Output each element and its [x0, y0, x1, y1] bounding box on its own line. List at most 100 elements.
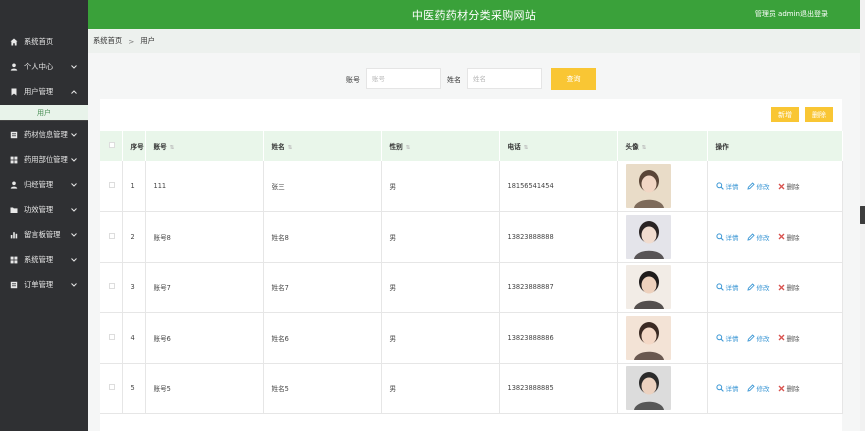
avatar[interactable]	[625, 164, 671, 208]
name-label: 姓名	[447, 76, 461, 84]
column-header-avatar[interactable]: 头像 ⇅	[617, 131, 708, 161]
divider	[0, 120, 88, 121]
account-search-input[interactable]	[366, 68, 441, 89]
bookmark-icon	[10, 88, 18, 96]
query-button[interactable]: 查询	[551, 68, 596, 90]
cell-gender: 男	[381, 312, 500, 364]
row-checkbox[interactable]	[109, 283, 115, 290]
edit-button[interactable]: 修改	[746, 333, 770, 343]
table-row: 3 账号7 姓名7 男 13823888887 详情 修改 删除	[100, 262, 843, 313]
edit-button[interactable]: 修改	[746, 282, 770, 292]
search-icon	[715, 233, 724, 241]
search-icon	[715, 334, 724, 342]
delete-button[interactable]: 删除	[778, 232, 800, 242]
chevron-up-icon	[71, 89, 79, 94]
sidebar-item-efficacy[interactable]: 功效管理	[0, 197, 88, 222]
row-select-cell	[100, 161, 123, 212]
batch-delete-button[interactable]: 删除	[805, 107, 833, 122]
breadcrumb-home[interactable]: 系统首页	[93, 36, 122, 46]
cell-actions: 详情 修改 删除	[707, 312, 843, 364]
chevron-down-icon	[71, 157, 79, 162]
edit-button[interactable]: 修改	[746, 383, 770, 393]
sort-icon[interactable]: ⇅	[170, 145, 175, 151]
cell-phone: 18156541454	[499, 161, 618, 212]
column-header-name[interactable]: 姓名 ⇅	[263, 131, 382, 161]
cell-index: 5	[122, 363, 146, 414]
delete-button[interactable]: 删除	[778, 383, 800, 393]
row-select-cell	[100, 363, 123, 414]
cell-gender: 男	[381, 262, 500, 313]
sidebar-subitem-users[interactable]: 用户	[0, 105, 88, 120]
sort-icon[interactable]: ⇅	[288, 145, 293, 151]
table-row: 1 111 张三男 18156541454 详情 修改 删除	[100, 161, 843, 212]
home-icon	[10, 38, 18, 46]
sidebar-item-system[interactable]: 系统管理	[0, 247, 88, 272]
column-header-gender[interactable]: 性别 ⇅	[381, 131, 500, 161]
column-header-phone[interactable]: 电话 ⇅	[499, 131, 618, 161]
view-details-button[interactable]: 详情	[715, 333, 739, 343]
cell-index: 3	[122, 262, 146, 313]
delete-button[interactable]: 删除	[778, 282, 800, 292]
cell-phone: 13823888886	[499, 312, 618, 364]
table-row: 5 账号5 姓名5 男 13823888885 详情 修改 删除	[100, 363, 843, 414]
sidebar-item-messages[interactable]: 留言板管理	[0, 222, 88, 247]
cell-avatar	[617, 363, 708, 414]
sidebar-item-meridian[interactable]: 归经管理	[0, 172, 88, 197]
avatar[interactable]	[625, 265, 671, 310]
cell-account: 账号7	[145, 262, 264, 313]
column-header-account[interactable]: 账号 ⇅	[145, 131, 264, 161]
cell-avatar	[617, 262, 708, 313]
column-header-actions: 操作	[707, 131, 843, 161]
close-icon	[778, 183, 784, 189]
delete-button[interactable]: 删除	[778, 181, 800, 191]
name-search-input[interactable]	[467, 68, 542, 89]
add-button[interactable]: 新增	[771, 107, 799, 122]
pencil-icon	[746, 233, 755, 241]
view-details-button[interactable]: 详情	[715, 232, 739, 242]
cell-index: 2	[122, 211, 146, 263]
row-checkbox[interactable]	[109, 232, 115, 239]
avatar[interactable]	[625, 366, 671, 411]
top-header: 中医药药材分类采购网站 管理员 admin 退出登录	[88, 0, 860, 29]
close-icon	[778, 334, 784, 341]
list-icon	[10, 131, 18, 139]
pencil-icon	[746, 334, 755, 342]
edit-button[interactable]: 修改	[746, 232, 770, 242]
sort-icon[interactable]: ⇅	[642, 145, 647, 151]
logout-link[interactable]: 退出登录	[800, 9, 828, 19]
sidebar-item-users[interactable]: 用户管理	[0, 79, 88, 104]
table-row: 2 账号8 姓名8 男 13823888888 详情 修改 删除	[100, 211, 843, 263]
cell-actions: 详情 修改 删除	[707, 211, 843, 263]
edit-button[interactable]: 修改	[746, 181, 770, 191]
sidebar-item-label: 留言板管理	[24, 229, 61, 239]
delete-button[interactable]: 删除	[778, 333, 800, 343]
sidebar-item-herb-info[interactable]: 药材信息管理	[0, 122, 88, 147]
sidebar-item-label: 订单管理	[24, 279, 54, 289]
cell-name: 姓名8	[263, 211, 382, 263]
person-icon	[10, 181, 18, 189]
avatar[interactable]	[625, 315, 671, 360]
cell-account: 账号5	[145, 363, 264, 414]
cell-name: 张三	[263, 161, 382, 212]
sidebar-item-orders[interactable]: 订单管理	[0, 272, 88, 297]
view-details-button[interactable]: 详情	[715, 383, 739, 393]
view-details-button[interactable]: 详情	[715, 181, 739, 191]
view-details-button[interactable]: 详情	[715, 282, 739, 292]
grid-icon	[10, 156, 18, 164]
sort-icon[interactable]: ⇅	[524, 145, 529, 151]
select-all-cell	[100, 131, 123, 161]
row-checkbox[interactable]	[109, 182, 115, 188]
sidebar-item-personal[interactable]: 个人中心	[0, 54, 88, 79]
cell-name: 姓名7	[263, 262, 382, 313]
cell-name: 姓名6	[263, 312, 382, 364]
avatar[interactable]	[625, 214, 671, 259]
folder-icon	[10, 206, 18, 214]
sidebar-item-home[interactable]: 系统首页	[0, 29, 88, 54]
row-checkbox[interactable]	[109, 333, 115, 340]
chevron-down-icon	[71, 282, 79, 287]
sidebar-item-medicinal-part[interactable]: 药用部位管理	[0, 147, 88, 172]
cell-account: 111	[145, 161, 264, 212]
sort-icon[interactable]: ⇅	[406, 145, 411, 151]
row-checkbox[interactable]	[109, 384, 115, 391]
select-all-checkbox[interactable]	[109, 142, 115, 148]
